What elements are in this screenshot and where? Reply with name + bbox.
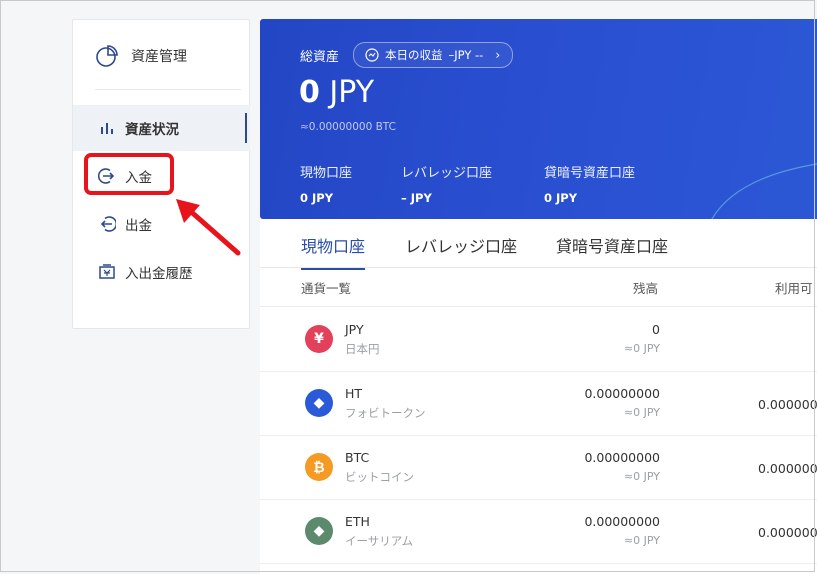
jpy-coin-icon: ¥ xyxy=(305,325,333,353)
currency-balance-jpy: ≈0 JPY xyxy=(623,534,660,547)
total-assets-banner: 総資産 本日の収益 –JPY -- › 0 JPY ≈0.00000000 BT… xyxy=(260,19,817,219)
currency-balance: 0.00000000 xyxy=(584,450,660,465)
history-icon xyxy=(98,263,116,281)
banner-decoration xyxy=(711,163,817,219)
table-row: ¥ JPY 日本円 0 ≈0 JPY xyxy=(260,307,817,372)
pie-chart-icon xyxy=(96,45,118,67)
account-value: 0 JPY xyxy=(300,191,334,205)
account-tabs: 現物口座 レバレッジ口座 貸暗号資産口座 xyxy=(260,219,817,270)
currency-name: フォビトークン xyxy=(345,406,426,420)
currency-balance: 0.00000000 xyxy=(584,386,660,401)
table-row: ◆ ETH イーサリアム 0.00000000 ≈0 JPY 0.000000 xyxy=(260,499,817,564)
today-profit-value: –JPY -- xyxy=(448,48,484,62)
account-value: – JPY xyxy=(401,191,432,205)
profit-icon xyxy=(365,48,379,62)
sidebar-divider xyxy=(95,89,241,90)
col-balance: 残高 xyxy=(632,281,658,296)
currency-balance-jpy: ≈0 JPY xyxy=(623,470,660,483)
table-row: ◆ HT フォビトークン 0.00000000 ≈0 JPY 0.000000 xyxy=(260,371,817,436)
bar-chart-icon xyxy=(98,119,116,137)
currency-available: 0.000000 xyxy=(758,397,817,412)
sidebar-item-asset-status[interactable]: 資産状況 xyxy=(73,105,250,151)
currency-balance-jpy: ≈0 JPY xyxy=(623,406,660,419)
currency-available: 0.000000 xyxy=(758,525,817,540)
main-content: 総資産 本日の収益 –JPY -- › 0 JPY ≈0.00000000 BT… xyxy=(260,19,817,574)
sidebar-item-label: 入出金履歴 xyxy=(125,266,193,282)
currency-balance: 0 xyxy=(652,322,660,337)
account-title: 現物口座 xyxy=(300,166,353,181)
account-leverage-summary: レバレッジ口座 – JPY xyxy=(401,162,492,205)
btc-equivalent: ≈0.00000000 BTC xyxy=(300,121,396,133)
col-available: 利用可 xyxy=(775,281,813,296)
currency-name: 日本円 xyxy=(345,342,380,356)
currency-symbol: HT xyxy=(345,386,363,401)
sidebar-item-label: 資産状況 xyxy=(125,122,179,138)
table-row: ₿ BTC ビットコイン 0.00000000 ≈0 JPY 0.000000 xyxy=(260,435,817,500)
ht-coin-icon: ◆ xyxy=(305,389,333,417)
total-assets-value: 0 JPY xyxy=(299,75,374,110)
account-lending-summary: 貸暗号資産口座 0 JPY xyxy=(544,162,635,205)
account-title: レバレッジ口座 xyxy=(401,166,493,181)
withdraw-icon xyxy=(98,215,116,233)
currency-balance-jpy: ≈0 JPY xyxy=(623,342,660,355)
currency-symbol: BTC xyxy=(345,450,370,465)
currency-balance: 0.00000000 xyxy=(584,514,660,529)
red-arrow-icon xyxy=(176,199,241,256)
chevron-right-icon: › xyxy=(495,48,501,62)
currency-table-header: 通貨一覧 残高 利用可 xyxy=(260,268,817,307)
currency-name: イーサリアム xyxy=(345,534,413,548)
today-profit-button[interactable]: 本日の収益 –JPY -- › xyxy=(353,42,514,68)
currency-name: ビットコイン xyxy=(345,470,414,484)
account-title: 貸暗号資産口座 xyxy=(544,166,636,181)
btc-coin-icon: ₿ xyxy=(305,453,333,481)
sidebar-title: 資産管理 xyxy=(131,49,187,65)
col-currency: 通貨一覧 xyxy=(301,281,352,296)
total-value-number: 0 xyxy=(299,75,320,110)
sidebar-header: 資産管理 xyxy=(95,44,187,68)
account-spot-summary: 現物口座 0 JPY xyxy=(300,162,352,205)
tab-leverage[interactable]: レバレッジ口座 xyxy=(405,233,517,257)
account-value: 0 JPY xyxy=(544,191,578,205)
currency-available: 0.000000 xyxy=(758,461,817,476)
eth-coin-icon: ◆ xyxy=(305,517,333,545)
currency-symbol: ETH xyxy=(345,514,370,529)
deposit-highlight-box xyxy=(84,153,174,195)
currency-symbol: JPY xyxy=(345,322,364,337)
today-profit-label: 本日の収益 xyxy=(385,48,443,62)
tab-spot[interactable]: 現物口座 xyxy=(301,233,366,270)
total-assets-label: 総資産 xyxy=(300,50,340,65)
tab-lending[interactable]: 貸暗号資産口座 xyxy=(556,233,668,257)
sidebar-item-label: 出金 xyxy=(125,218,152,234)
total-value-unit: JPY xyxy=(329,75,375,110)
